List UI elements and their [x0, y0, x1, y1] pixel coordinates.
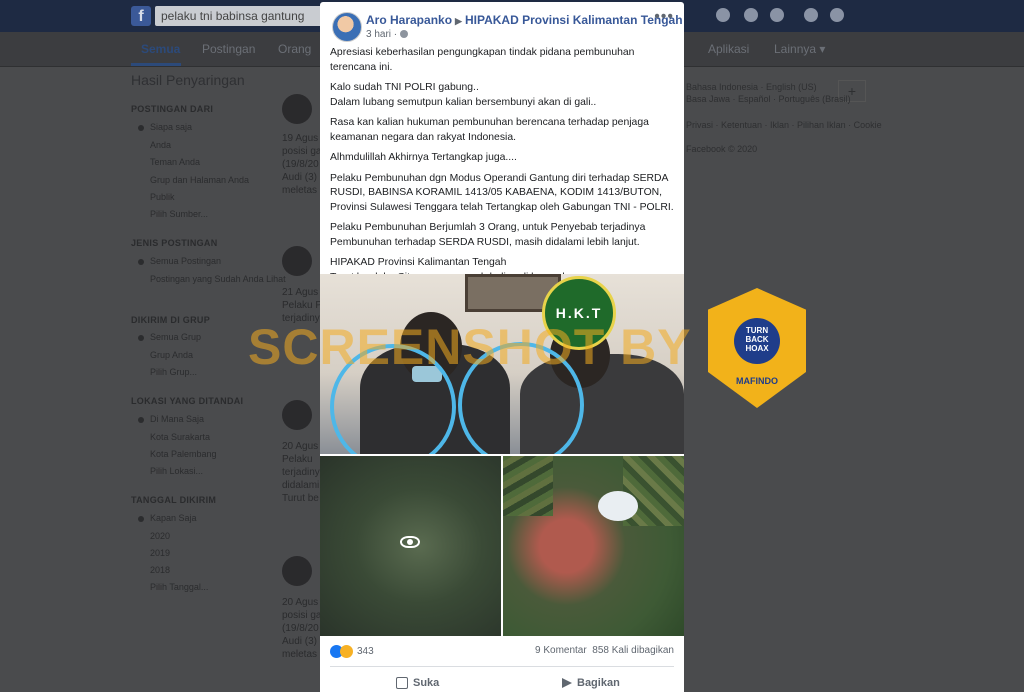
active-tab-indicator: [131, 63, 181, 66]
filter-heading: TANGGAL DIKIRIM: [131, 495, 217, 505]
filter-option[interactable]: Pilih Grup...: [150, 367, 197, 377]
filter-option[interactable]: Pilih Lokasi...: [150, 466, 203, 476]
filter-option[interactable]: Semua Grup: [150, 332, 201, 342]
tab-semua[interactable]: Semua: [141, 42, 180, 56]
filter-heading: DIKIRIM DI GRUP: [131, 315, 211, 325]
group-name[interactable]: HIPAKAD Provinsi Kalimantan Tengah: [465, 13, 683, 27]
screenshot-watermark: SCREENSHOT BY: [248, 319, 692, 375]
facebook-logo-icon[interactable]: f: [131, 6, 151, 26]
share-count[interactable]: 858 Kali dibagikan: [592, 645, 674, 656]
filter-title: Hasil Penyaringan: [131, 72, 245, 88]
filter-option[interactable]: Pilih Tanggal...: [150, 582, 208, 592]
copyright: Facebook © 2020: [686, 144, 758, 154]
filter-option[interactable]: Grup dan Halaman Anda: [150, 175, 249, 185]
radio-icon[interactable]: [138, 335, 144, 341]
post-paragraph: Pelaku Pembunuhan Berjumlah 3 Orang, unt…: [330, 222, 646, 248]
post-paragraph: Kalo sudah TNI POLRI gabung.. Dalam luba…: [330, 82, 597, 108]
settings-icon[interactable]: [830, 8, 844, 22]
avatar[interactable]: [282, 400, 312, 430]
share-button[interactable]: Bagikan: [562, 677, 620, 689]
triangle-right-icon: ▶: [455, 16, 462, 26]
filter-option[interactable]: Kota Surakarta: [150, 432, 210, 442]
post-text: Apresiasi keberhasilan pengungkapan tind…: [330, 46, 674, 291]
thumbs-up-icon: [396, 677, 408, 690]
tab-aplikasi[interactable]: Aplikasi: [708, 42, 749, 56]
post-paragraph: Pelaku Pembunuhan dgn Modus Operandi Gan…: [330, 172, 674, 213]
search-input[interactable]: pelaku tni babinsa gantung: [155, 6, 330, 26]
feed-snippet: 20 Agus posisi ga (19/8/20 Audi (3) meletas: [282, 597, 322, 660]
reaction-summary[interactable]: 343: [330, 645, 374, 658]
eye-icon[interactable]: [400, 536, 420, 548]
filter-heading: POSTINGAN DARI: [131, 104, 214, 114]
filter-option[interactable]: Grup Anda: [150, 350, 193, 360]
like-button[interactable]: Suka: [396, 677, 439, 690]
tab-orang[interactable]: Orang: [278, 42, 311, 56]
filter-option[interactable]: Pilih Sumber...: [150, 209, 208, 219]
avatar[interactable]: [282, 246, 312, 276]
filter-option[interactable]: Semua Postingan: [150, 256, 221, 266]
radio-icon[interactable]: [138, 516, 144, 522]
filter-option[interactable]: Di Mana Saja: [150, 414, 204, 424]
avatar[interactable]: [282, 94, 312, 124]
radio-icon[interactable]: [138, 125, 144, 131]
radio-icon[interactable]: [138, 417, 144, 423]
footer-links[interactable]: Privasi · Ketentuan · Iklan · Pilihan Ik…: [686, 120, 882, 130]
messages-icon[interactable]: [744, 8, 758, 22]
globe-icon: [400, 30, 409, 39]
post-timestamp[interactable]: 3 hari ·: [366, 29, 409, 40]
post-paragraph: Alhmdulillah Akhirnya Tertangkap juga...…: [330, 152, 517, 163]
badge-circle: TURN BACK HOAX: [734, 318, 780, 364]
radio-icon[interactable]: [138, 259, 144, 265]
divider: [330, 666, 674, 667]
filter-option[interactable]: Kapan Saja: [150, 513, 197, 523]
language-links[interactable]: Basa Jawa · Español · Português (Brasil): [686, 94, 851, 104]
author-avatar[interactable]: [332, 12, 362, 42]
sad-reaction-icon: [340, 645, 353, 658]
tab-postingan[interactable]: Postingan: [202, 42, 255, 56]
feed-snippet: 20 Agus Pelaku terjadiny didalami Turut be: [282, 441, 320, 504]
filter-option[interactable]: Anda: [150, 140, 171, 150]
tab-lainnya[interactable]: Lainnya ▾: [774, 42, 825, 56]
filter-option[interactable]: Siapa saja: [150, 122, 192, 132]
comment-count[interactable]: 9 Komentar: [535, 645, 587, 656]
filter-option[interactable]: Kota Palembang: [150, 449, 217, 459]
glove: [598, 491, 638, 521]
notifications-icon[interactable]: [770, 8, 784, 22]
post-stats: 9 Komentar 858 Kali dibagikan: [535, 645, 674, 656]
post-paragraph: Apresiasi keberhasilan pengungkapan tind…: [330, 47, 635, 73]
filter-option[interactable]: Postingan yang Sudah Anda Lihat: [150, 274, 286, 284]
help-icon[interactable]: [804, 8, 818, 22]
post-image-sensitive[interactable]: [320, 456, 501, 636]
feed-snippet: 19 Agus posisi ga (19/8/20 Audi (3) meletas: [282, 133, 322, 196]
filter-option[interactable]: Publik: [150, 192, 175, 202]
author-name[interactable]: Aro Harapanko: [366, 13, 452, 27]
post-header: Aro Harapanko ▶ HIPAKAD Provinsi Kalimanta…: [366, 13, 683, 27]
post-image-blurred[interactable]: [503, 456, 684, 636]
filter-heading: LOKASI YANG DITANDAI: [131, 396, 244, 406]
filter-option[interactable]: Teman Anda: [150, 157, 200, 167]
reaction-count: 343: [357, 646, 374, 658]
filter-option[interactable]: 2019: [150, 548, 170, 558]
filter-option[interactable]: 2020: [150, 531, 170, 541]
share-icon: [562, 678, 572, 689]
language-links[interactable]: Bahasa Indonesia · English (US): [686, 82, 817, 92]
friend-requests-icon[interactable]: [716, 8, 730, 22]
filter-option[interactable]: 2018: [150, 565, 170, 575]
more-options-icon[interactable]: •••: [654, 8, 674, 26]
post-paragraph: Rasa kan kalian hukuman pembunuhan beren…: [330, 117, 649, 143]
avatar[interactable]: [282, 556, 312, 586]
filter-heading: JENIS POSTINGAN: [131, 238, 218, 248]
